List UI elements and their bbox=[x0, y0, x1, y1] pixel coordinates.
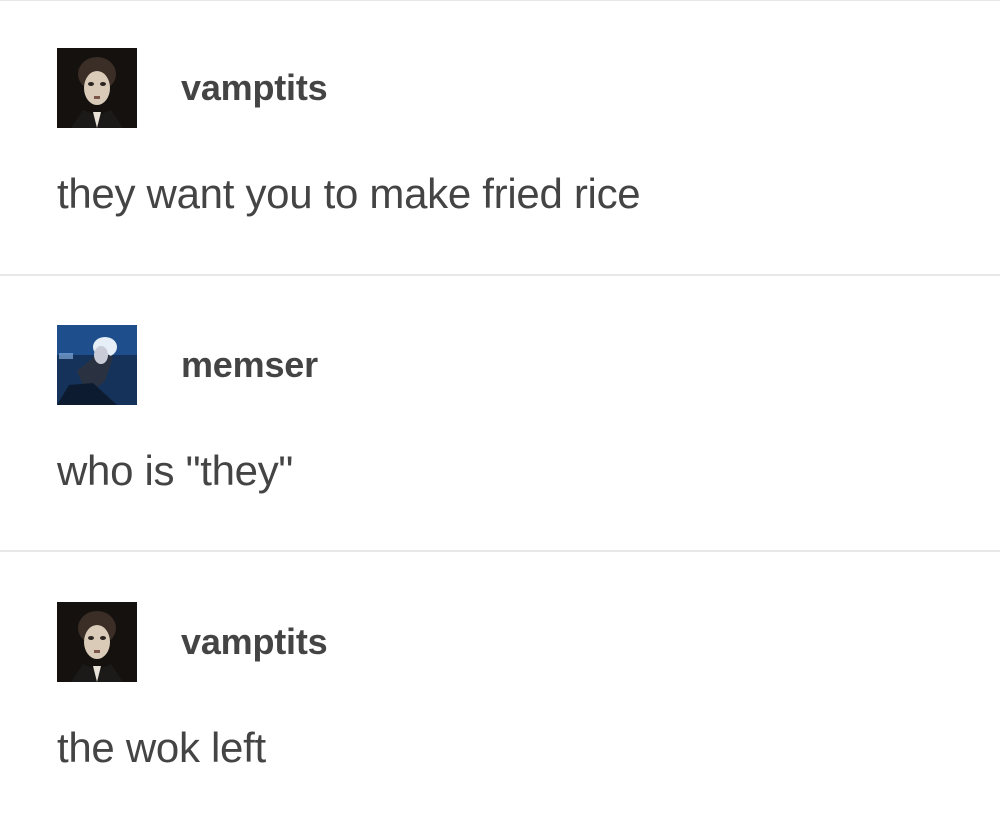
username[interactable]: memser bbox=[181, 344, 318, 386]
post-header: vamptits bbox=[57, 48, 957, 128]
dark-portrait-avatar-icon bbox=[57, 602, 137, 682]
post-header: vamptits bbox=[57, 602, 957, 682]
username[interactable]: vamptits bbox=[181, 621, 328, 663]
post-divider bbox=[0, 550, 1000, 552]
user-avatar-icon[interactable] bbox=[57, 48, 137, 128]
post-header: memser bbox=[57, 325, 957, 405]
blue-stage-avatar-icon bbox=[57, 325, 137, 405]
post-text: who is "they" bbox=[57, 447, 294, 494]
top-border bbox=[0, 0, 1000, 1]
post-text: they want you to make fried rice bbox=[57, 170, 641, 217]
user-avatar-icon[interactable] bbox=[57, 325, 137, 405]
post-divider bbox=[0, 274, 1000, 276]
post-text: the wok left bbox=[57, 724, 266, 771]
user-avatar-icon[interactable] bbox=[57, 602, 137, 682]
username[interactable]: vamptits bbox=[181, 67, 328, 109]
dark-portrait-avatar-icon bbox=[57, 48, 137, 128]
